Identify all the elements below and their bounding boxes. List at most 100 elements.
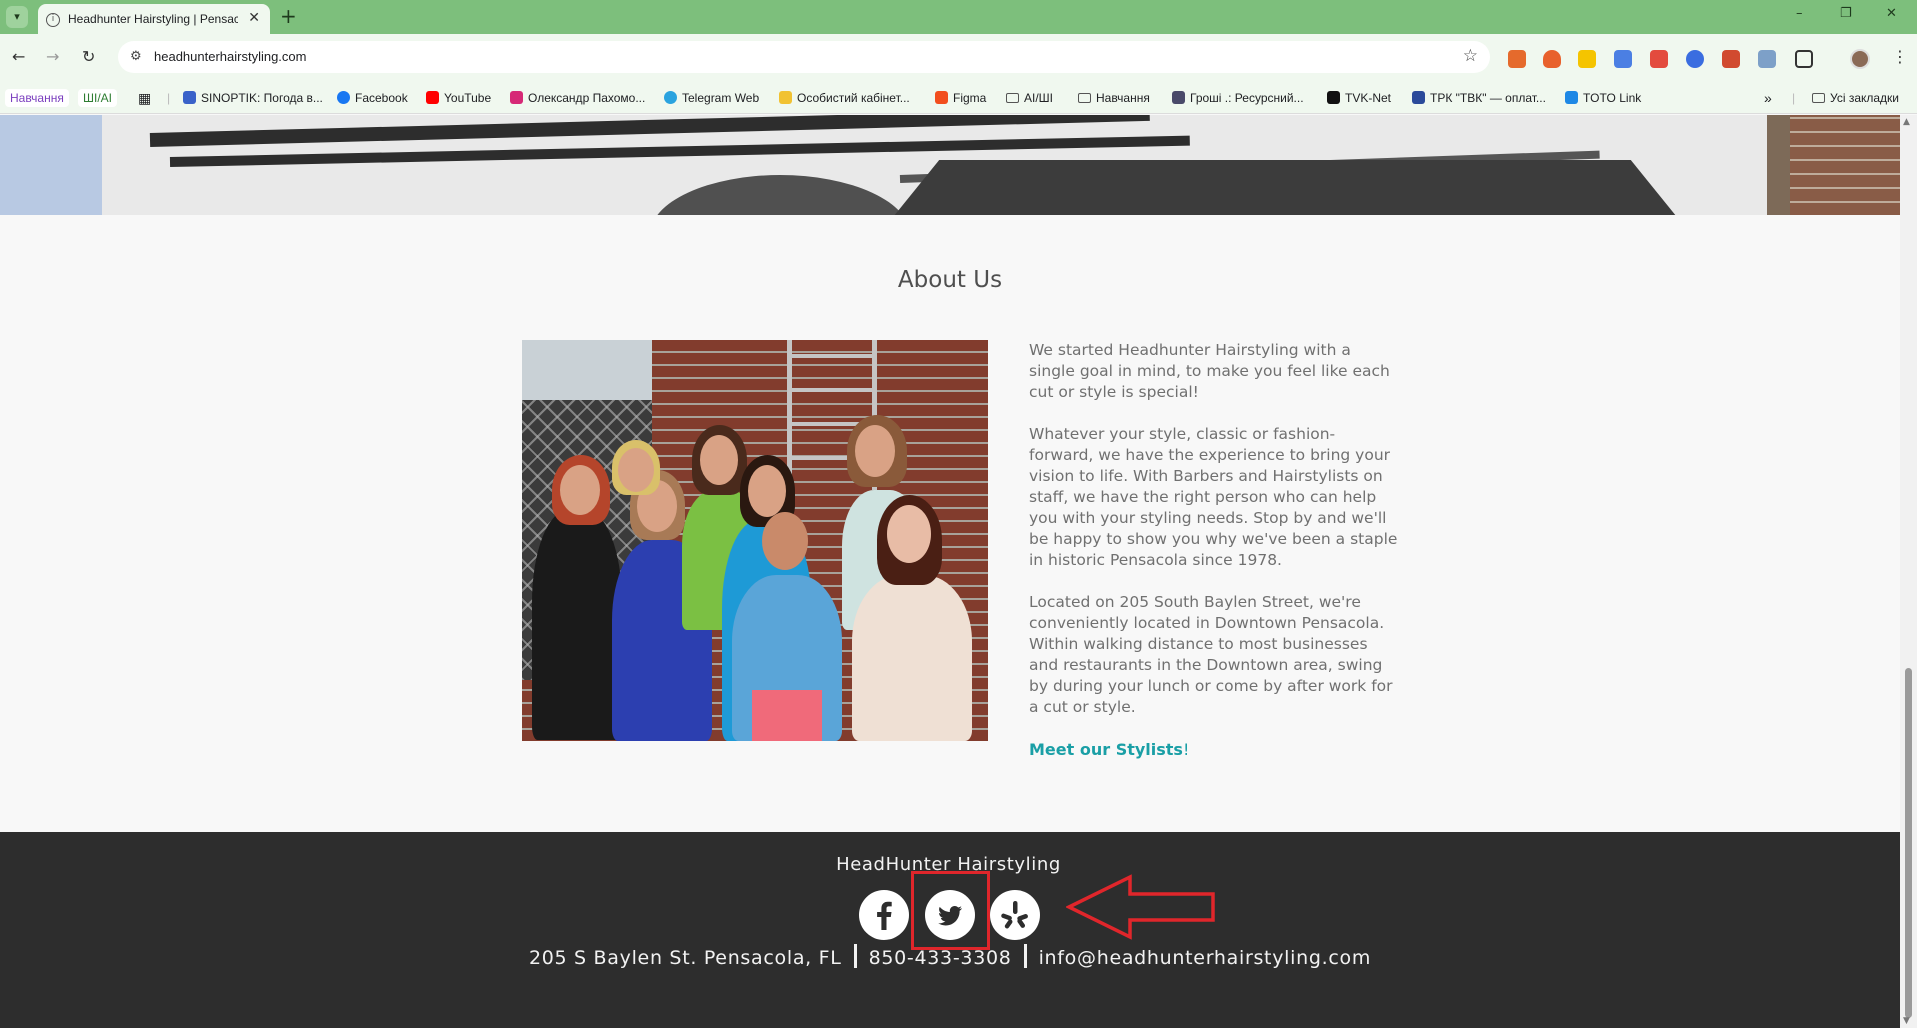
photo-face [700, 435, 738, 485]
close-window-button[interactable]: ✕ [1886, 6, 1897, 21]
bookmark-star-icon[interactable]: ☆ [1463, 46, 1478, 66]
hero-sky [0, 115, 102, 215]
money-icon [1172, 91, 1185, 104]
divider [1023, 944, 1027, 968]
active-tab[interactable]: i Headhunter Hairstyling | Pensacola ✕ [38, 4, 270, 34]
bookmark-item[interactable]: Особистий кабінет... [779, 89, 910, 107]
folder-icon [1812, 93, 1825, 103]
bookmark-item[interactable]: ШІ/AI [78, 89, 118, 107]
annotation-arrow-icon [1066, 874, 1215, 940]
bookmark-item[interactable]: TVK-Net [1327, 89, 1391, 107]
brave-extension-icon[interactable] [1543, 50, 1561, 68]
bookmark-item[interactable]: SINOPTIK: Погода в... [183, 89, 323, 107]
photo-face [618, 448, 654, 492]
photo-face [560, 465, 600, 515]
hero-image [0, 115, 1900, 215]
footer-address: 205 S Baylen St. Pensacola, FL [528, 947, 842, 969]
photo-face [887, 505, 931, 563]
forward-arrow-icon[interactable]: → [46, 47, 59, 66]
bookmark-label: Telegram Web [682, 91, 760, 105]
facebook-icon [337, 91, 350, 104]
about-paragraph: We started Headhunter Hairstyling with a… [1029, 341, 1390, 401]
address-bar[interactable]: ⚙ headhunterhairstyling.com ☆ [118, 41, 1490, 73]
bookmark-folder[interactable]: AI/ШІ [1006, 89, 1053, 107]
photo-face [855, 425, 895, 477]
reload-icon[interactable]: ↻ [82, 47, 95, 66]
stylists-line: Meet our Stylists! [1029, 739, 1399, 761]
bookmark-item[interactable]: ТРК "ТВК" — оплат... [1412, 89, 1546, 107]
yelp-icon[interactable] [990, 890, 1040, 940]
page-viewport: About Us We started Headhunter Hairstyli… [0, 115, 1900, 1028]
tab-close-icon[interactable]: ✕ [248, 10, 260, 26]
bookmark-label: Гроші .: Ресурсний... [1190, 91, 1304, 105]
bookmark-label: AI/ШІ [1024, 91, 1054, 105]
footer-email[interactable]: info@headhunterhairstyling.com [1039, 947, 1371, 969]
bookmark-item[interactable]: Facebook [337, 89, 408, 107]
more-bookmarks-icon[interactable]: » [1764, 89, 1772, 107]
instagram-icon [510, 91, 523, 104]
apps-grid-icon[interactable]: ▦ [138, 89, 151, 107]
bookmark-label: Особистий кабінет... [797, 91, 910, 105]
back-arrow-icon[interactable]: ← [12, 47, 25, 66]
bookmark-item[interactable]: Figma [935, 89, 986, 107]
bookmark-item[interactable]: Гроші .: Ресурсний... [1172, 89, 1304, 107]
extension-icon[interactable] [1722, 50, 1740, 68]
url-text[interactable]: headhunterhairstyling.com [154, 49, 306, 64]
folder-icon [1006, 93, 1019, 103]
tab-search-button[interactable]: ▾ [6, 6, 28, 28]
bookmark-label: TVK-Net [1345, 91, 1392, 105]
bookmark-item[interactable]: Олександр Пахомо... [510, 89, 645, 107]
browser-menu-icon[interactable]: ⋮ [1892, 47, 1908, 66]
site-info-icon: i [46, 13, 60, 27]
tvk-icon [1327, 91, 1340, 104]
bookmark-item[interactable]: Telegram Web [664, 89, 759, 107]
site-settings-icon[interactable]: ⚙ [130, 49, 142, 64]
figma-icon [935, 91, 948, 104]
meet-stylists-link[interactable]: Meet our Stylists [1029, 740, 1183, 759]
bookmark-folder[interactable]: Навчання [1078, 89, 1150, 107]
tab-strip: ▾ i Headhunter Hairstyling | Pensacola ✕… [0, 0, 1917, 34]
page-scrollbar[interactable]: ▲ ▼ [1900, 115, 1917, 1028]
restore-button[interactable]: ❐ [1840, 6, 1852, 21]
tab-title: Headhunter Hairstyling | Pensacola [68, 12, 238, 26]
youtube-icon [426, 91, 439, 104]
profile-avatar[interactable] [1850, 49, 1870, 69]
scroll-up-icon[interactable]: ▲ [1903, 117, 1910, 127]
site-footer: HeadHunter Hairstyling 205 S Baylen St. … [0, 832, 1900, 1028]
scroll-thumb[interactable] [1905, 668, 1912, 1018]
new-tab-button[interactable]: + [280, 4, 297, 28]
extensions-puzzle-icon[interactable] [1795, 50, 1813, 68]
all-bookmarks-folder[interactable]: Усі закладки [1812, 89, 1899, 107]
footer-phone[interactable]: 850-433-3308 [869, 947, 1012, 969]
folder-icon [1078, 93, 1091, 103]
photo-face [748, 465, 786, 517]
photo-person [532, 510, 622, 740]
trk-icon [1412, 91, 1425, 104]
extension-icon[interactable] [1686, 50, 1704, 68]
toto-icon [1565, 91, 1578, 104]
minimize-button[interactable]: – [1796, 6, 1803, 21]
scroll-down-icon[interactable]: ▼ [1903, 1016, 1910, 1026]
about-text: We started Headhunter Hairstyling with a… [1029, 340, 1399, 782]
bookmark-label: Facebook [355, 91, 408, 105]
footer-contact: 205 S Baylen St. Pensacola, FL 850-433-33… [0, 944, 1900, 969]
photo-face [762, 512, 808, 570]
extension-icon[interactable] [1508, 50, 1526, 68]
bookmarks-bar: Навчання ШІ/AI ▦ | SINOPTIK: Погода в...… [0, 82, 1917, 114]
bookmark-item[interactable]: YouTube [426, 89, 491, 107]
facebook-icon[interactable] [859, 890, 909, 940]
hero-bricks [1790, 115, 1900, 215]
translate-extension-icon[interactable] [1614, 50, 1632, 68]
extension-icon[interactable] [1650, 50, 1668, 68]
browser-toolbar: ← → ↻ ⚙ headhunterhairstyling.com ☆ [0, 34, 1917, 82]
photo-person [852, 575, 972, 741]
bookmark-item[interactable]: Навчання [5, 89, 69, 107]
extension-icon[interactable] [1758, 50, 1776, 68]
team-photo [522, 340, 988, 741]
bookmark-label: YouTube [444, 91, 492, 105]
photo-person [752, 690, 822, 741]
bookmark-item[interactable]: TOTO Link [1565, 89, 1641, 107]
extension-icon[interactable] [1578, 50, 1596, 68]
stylists-suffix: ! [1182, 740, 1190, 759]
bookmark-divider: | [1792, 91, 1796, 105]
